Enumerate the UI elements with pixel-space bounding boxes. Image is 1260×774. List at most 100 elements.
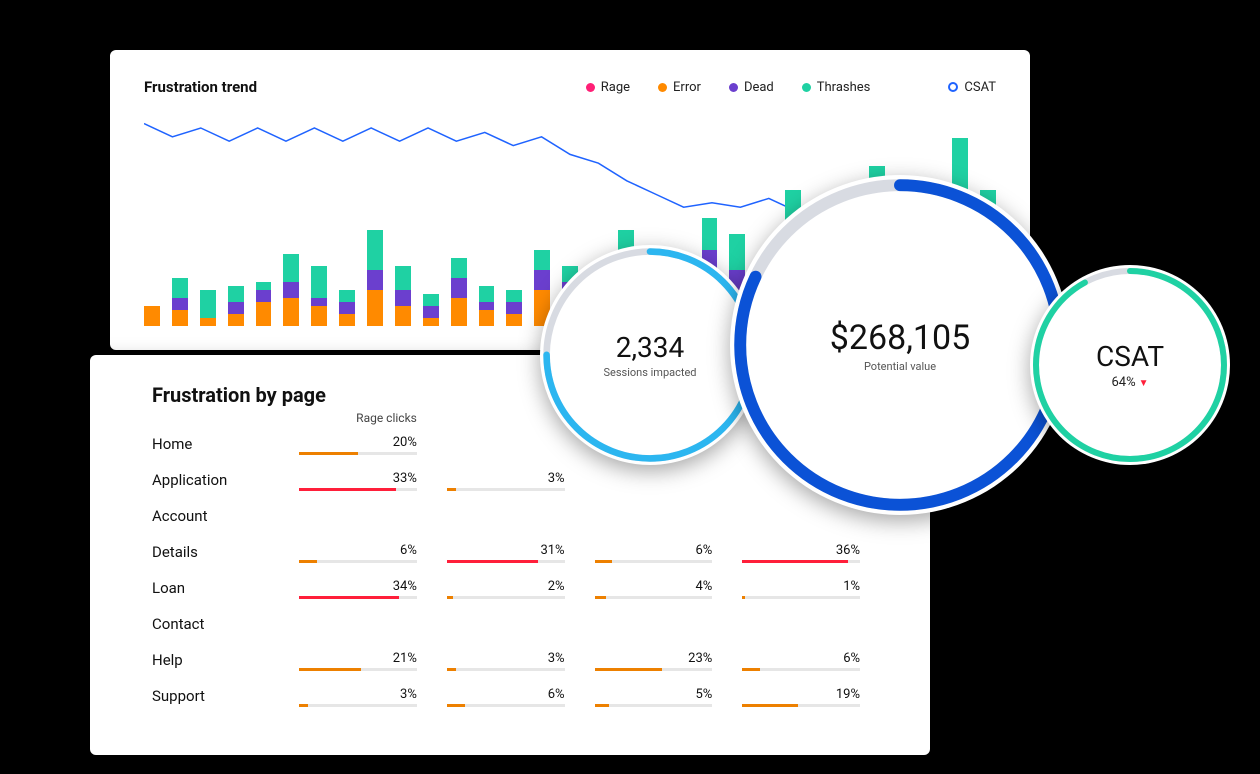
bypage-cell xyxy=(299,615,447,620)
bypage-row-name: Application xyxy=(152,471,299,489)
bypage-cell-value: 6% xyxy=(843,651,860,666)
bypage-cell-value: 31% xyxy=(540,543,564,558)
trend-bar xyxy=(451,258,467,326)
legend-label: Rage xyxy=(601,80,630,95)
legend-item-dead: Dead xyxy=(729,80,774,95)
bypage-cell: 3% xyxy=(299,687,447,707)
kpi-sessions-impacted: 2,334 Sessions impacted xyxy=(540,245,760,465)
bypage-cell: 19% xyxy=(742,687,890,707)
trend-bar xyxy=(283,254,299,326)
bypage-cell: 6% xyxy=(742,651,890,671)
trend-bar xyxy=(172,278,188,326)
trend-bar xyxy=(367,230,383,326)
bypage-cell-bar xyxy=(742,596,860,599)
legend-label: Dead xyxy=(744,80,774,95)
bypage-cell: 21% xyxy=(299,651,447,671)
bypage-cell: 36% xyxy=(742,543,890,563)
bypage-row-name: Support xyxy=(152,687,299,705)
bypage-cell-bar xyxy=(595,596,713,599)
bypage-cell-bar xyxy=(447,560,565,563)
bypage-cell-value: 36% xyxy=(836,543,860,558)
bypage-cell-bar xyxy=(595,560,713,563)
bypage-cell-value: 19% xyxy=(836,687,860,702)
bypage-cell: 5% xyxy=(595,687,743,707)
legend-item-rage: Rage xyxy=(586,80,630,95)
legend-item-csat: CSAT xyxy=(948,80,996,95)
bypage-row-name: Contact xyxy=(152,615,299,633)
bypage-row: Contact xyxy=(152,615,890,651)
legend-item-error: Error xyxy=(658,80,701,95)
bypage-cell-value: 3% xyxy=(548,651,565,666)
legend-item-thrashes: Thrashes xyxy=(802,80,871,95)
bypage-cell-value: 33% xyxy=(393,471,417,486)
bypage-cell-value: 6% xyxy=(400,543,417,558)
bypage-cell-bar xyxy=(299,668,417,671)
bypage-col-header: Rage clicks xyxy=(299,411,447,425)
kpi-potential-value: $268,105 Potential value xyxy=(730,175,1070,515)
progress-ring xyxy=(730,175,1070,515)
bypage-row: Loan 34% 2% 4% 1% xyxy=(152,579,890,615)
bypage-cell-bar xyxy=(447,596,565,599)
bypage-cell xyxy=(299,507,447,512)
bypage-cell: 1% xyxy=(742,579,890,599)
bypage-row-name: Loan xyxy=(152,579,299,597)
legend-label: CSAT xyxy=(964,80,996,95)
bypage-cell: 34% xyxy=(299,579,447,599)
trend-bar xyxy=(479,286,495,326)
bypage-cell: 3% xyxy=(447,651,595,671)
bypage-cell-bar xyxy=(447,488,565,491)
trend-bar xyxy=(395,266,411,326)
bypage-cell-value: 1% xyxy=(843,579,860,594)
bypage-cell-bar xyxy=(299,596,417,599)
bypage-cell: 23% xyxy=(595,651,743,671)
bypage-cell-bar xyxy=(299,560,417,563)
bypage-cell: 31% xyxy=(447,543,595,563)
bypage-cell-value: 2% xyxy=(548,579,565,594)
bypage-cell-value: 5% xyxy=(695,687,712,702)
progress-ring xyxy=(1030,265,1230,465)
bypage-cell: 20% xyxy=(299,435,447,455)
bypage-cell-bar xyxy=(299,488,417,491)
trend-header: Frustration trend Rage Error Dead Thrashes C… xyxy=(144,78,996,96)
bypage-cell-bar xyxy=(299,704,417,707)
bypage-cell-value: 6% xyxy=(548,687,565,702)
bypage-cell xyxy=(742,615,890,620)
bypage-cell-bar xyxy=(742,668,860,671)
bypage-cell xyxy=(447,615,595,620)
trend-bar xyxy=(256,282,272,326)
trend-bar xyxy=(506,290,522,326)
bypage-cell: 33% xyxy=(299,471,447,491)
bypage-cell-bar xyxy=(742,560,860,563)
bypage-row: Details6%31%6%36% xyxy=(152,543,890,579)
bypage-cell-bar xyxy=(447,704,565,707)
bypage-cell xyxy=(595,507,743,512)
bypage-cell-value: 4% xyxy=(695,579,712,594)
bypage-row-name: Home xyxy=(152,435,299,453)
bypage-cell: 6% xyxy=(595,543,743,563)
bypage-cell: 6% xyxy=(447,687,595,707)
bypage-cell-value: 34% xyxy=(393,579,417,594)
bypage-cell-bar xyxy=(595,668,713,671)
trend-title: Frustration trend xyxy=(144,78,257,96)
bypage-cell-value: 23% xyxy=(688,651,712,666)
bypage-cell-bar xyxy=(595,704,713,707)
trend-legend: Rage Error Dead Thrashes CSAT xyxy=(586,80,996,95)
trend-bar xyxy=(339,290,355,326)
bypage-cell-bar xyxy=(447,668,565,671)
trend-bar xyxy=(144,306,160,326)
bypage-cell: 3% xyxy=(447,471,595,491)
bypage-row: Support 3% 6% 5% 19% xyxy=(152,687,890,723)
bypage-cell-bar xyxy=(742,704,860,707)
bypage-cell xyxy=(447,507,595,512)
bypage-cell: 2% xyxy=(447,579,595,599)
bypage-cell xyxy=(595,471,743,476)
trend-bar xyxy=(200,290,216,326)
bypage-cell-value: 3% xyxy=(400,687,417,702)
bypage-row-name: Account xyxy=(152,507,299,525)
trend-bar xyxy=(311,266,327,326)
bypage-cell-value: 21% xyxy=(393,651,417,666)
bypage-cell-value: 3% xyxy=(548,471,565,486)
bypage-cell: 6% xyxy=(299,543,447,563)
bypage-row: Help 21% 3% 23% 6% xyxy=(152,651,890,687)
bypage-row-name: Help xyxy=(152,651,299,669)
